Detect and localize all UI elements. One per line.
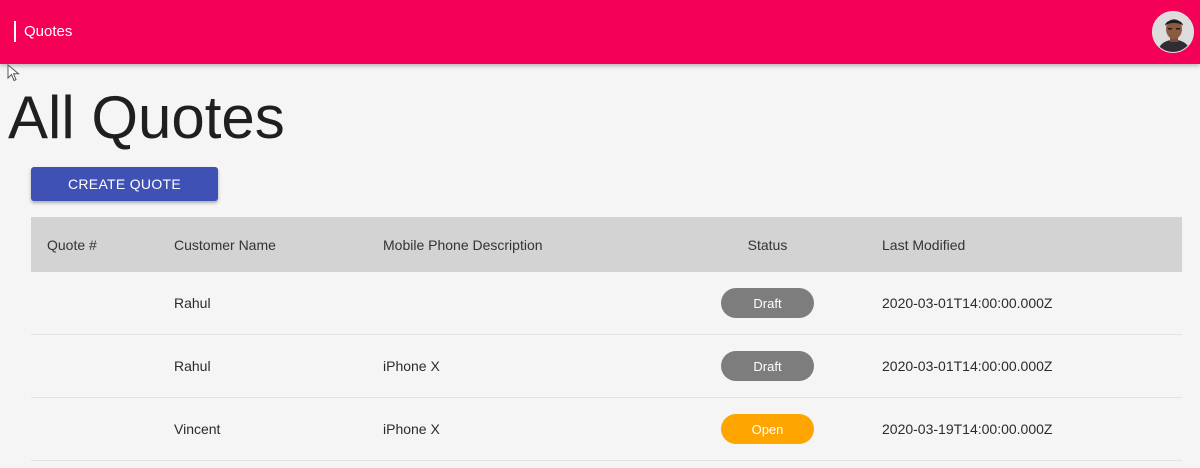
last-modified-cell: 2020-03-01T14:00:00.000Z (882, 358, 1053, 374)
status-cell: Open (721, 398, 814, 460)
phone-description-cell: iPhone X (383, 421, 440, 437)
create-quote-button[interactable]: CREATE QUOTE (31, 167, 218, 201)
avatar-photo-icon (1153, 12, 1193, 52)
app-title[interactable]: Quotes (24, 22, 72, 42)
status-badge: Draft (721, 288, 814, 318)
status-badge: Open (721, 414, 814, 444)
status-cell: Draft (721, 335, 814, 397)
customer-name-cell: Rahul (174, 358, 211, 374)
table-row[interactable]: Rahul Draft 2020-03-01T14:00:00.000Z (31, 272, 1182, 335)
user-avatar[interactable] (1152, 11, 1194, 53)
app-bar: Quotes (0, 0, 1200, 64)
title-divider (14, 21, 16, 42)
table-header: Quote # Customer Name Mobile Phone Descr… (31, 217, 1182, 272)
status-cell: Draft (721, 272, 814, 334)
quotes-table: Quote # Customer Name Mobile Phone Descr… (31, 217, 1182, 461)
column-header-modified[interactable]: Last Modified (882, 217, 965, 272)
status-badge: Draft (721, 351, 814, 381)
column-header-description[interactable]: Mobile Phone Description (383, 217, 543, 272)
table-row[interactable]: Rahul iPhone X Draft 2020-03-01T14:00:00… (31, 335, 1182, 398)
phone-description-cell: iPhone X (383, 358, 440, 374)
column-header-status[interactable]: Status (721, 217, 814, 272)
page-title: All Quotes (8, 84, 285, 151)
mouse-pointer-icon (7, 64, 20, 82)
last-modified-cell: 2020-03-19T14:00:00.000Z (882, 421, 1053, 437)
last-modified-cell: 2020-03-01T14:00:00.000Z (882, 295, 1053, 311)
column-header-customer[interactable]: Customer Name (174, 217, 276, 272)
table-row[interactable]: Vincent iPhone X Open 2020-03-19T14:00:0… (31, 398, 1182, 461)
customer-name-cell: Rahul (174, 295, 211, 311)
column-header-quote[interactable]: Quote # (47, 217, 97, 272)
customer-name-cell: Vincent (174, 421, 221, 437)
